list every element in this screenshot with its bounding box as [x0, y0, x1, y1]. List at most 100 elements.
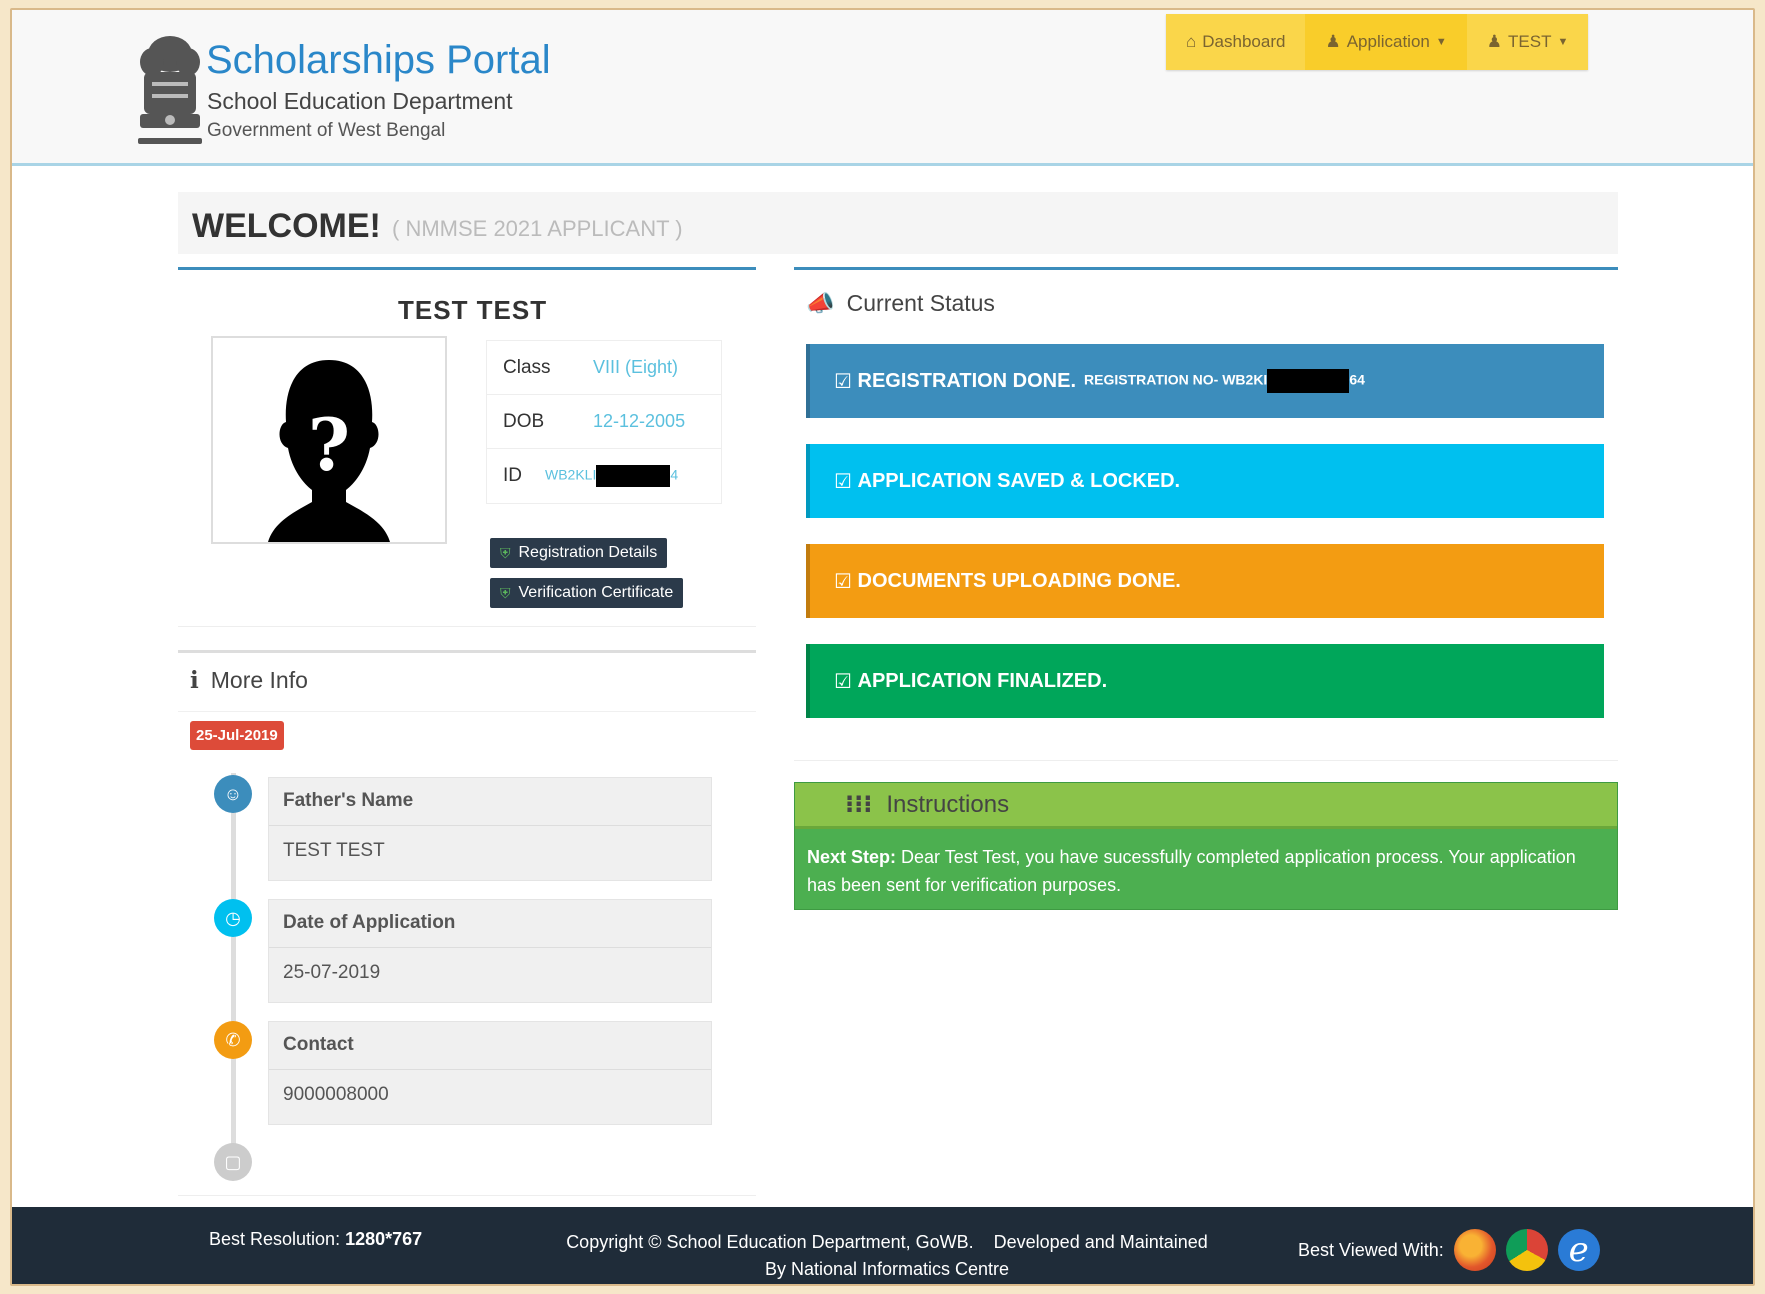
copyright: Copyright © School Education Department,… [532, 1229, 1242, 1283]
more-info-header: i More Info [190, 667, 308, 694]
class-value: VIII (Eight) [593, 357, 679, 377]
firefox-icon [1453, 1229, 1496, 1271]
more-info-box: i More Info 25-Jul-2019 ☺ Father's Name … [178, 650, 756, 1196]
portal-title: Scholarships Portal [206, 38, 551, 82]
date-of-application-label: Date of Application [269, 900, 711, 948]
contact-label: Contact [269, 1022, 711, 1070]
nav-user-dropdown[interactable]: ♟ TEST ▼ [1466, 14, 1589, 70]
next-step-label: Next Step: [807, 847, 897, 867]
class-label: Class [503, 356, 551, 378]
user-icon: ♟ [1325, 32, 1341, 51]
best-viewed-label: Best Viewed With: [1298, 1239, 1444, 1260]
documents-uploaded-text: DOCUMENTS UPLOADING DONE. [857, 569, 1181, 592]
welcome-title: WELCOME! [192, 207, 381, 245]
registration-done-text: REGISTRATION DONE. [857, 369, 1077, 392]
registration-details-button[interactable]: ⛨ Registration Details [490, 538, 668, 568]
father-name-value: TEST TEST [283, 840, 385, 861]
site-header: Scholarships Portal School Education Dep… [12, 10, 1753, 166]
instructions-header: ⁝⁝⁝ Instructions [795, 783, 1617, 829]
nav-user-label: TEST [1508, 32, 1552, 51]
timeline-item-contact: Contact 9000008000 [268, 1021, 712, 1125]
dob-value: 12-12-2005 [593, 411, 686, 431]
nav-dashboard-label: Dashboard [1202, 32, 1286, 51]
chrome-icon [1505, 1229, 1548, 1271]
current-status-box: 📣 Current Status ☑ REGISTRATION DONE. RE… [794, 267, 1618, 761]
best-resolution: Best Resolution: 1280*767 [209, 1229, 422, 1250]
alert-application-finalized: ☑ APPLICATION FINALIZED. [806, 644, 1604, 718]
best-resolution-label: Best Resolution: [209, 1229, 341, 1249]
bullhorn-icon: 📣 [806, 290, 835, 316]
nav-application-dropdown[interactable]: ♟ Application ▼ [1305, 14, 1466, 70]
copyright-line-1: Copyright © School Education Department,… [566, 1232, 1208, 1252]
caret-down-icon: ▼ [1435, 36, 1447, 48]
top-navbar: ⌂ Dashboard ♟ Application ▼ ♟ TEST ▼ [1166, 14, 1589, 70]
id-value: WB2KLI 4 [545, 465, 678, 487]
id-label: ID [503, 465, 522, 486]
contact-value: 9000008000 [283, 1084, 389, 1105]
phone-icon: ✆ [214, 1021, 252, 1059]
info-row-id: ID WB2KLI 4 [487, 449, 721, 503]
registration-no-prefix: REGISTRATION NO- WB2KI [1084, 371, 1268, 388]
page-frame: Scholarships Portal School Education Dep… [10, 8, 1755, 1286]
svg-text:?: ? [308, 402, 350, 487]
department-name: School Education Department [207, 88, 513, 114]
info-row-class: Class VIII (Eight) [487, 341, 721, 395]
copyright-line-2: By National Informatics Centre [764, 1259, 1010, 1279]
state-emblem-icon [138, 36, 202, 144]
redaction-block [1267, 369, 1350, 393]
welcome-bar: WELCOME! ( NMMSE 2021 APPLICANT ) [178, 192, 1618, 254]
verification-certificate-button[interactable]: ⛨ Verification Certificate [490, 578, 684, 608]
check-square-icon: ☑ [834, 670, 858, 693]
check-square-icon: ☑ [834, 470, 858, 493]
current-status-title: Current Status [846, 290, 995, 316]
registration-details-label: Registration Details [518, 544, 658, 561]
divider [178, 711, 756, 712]
id-value-suffix: 4 [670, 466, 679, 483]
father-name-label: Father's Name [269, 778, 711, 826]
alert-registration-done: ☑ REGISTRATION DONE. REGISTRATION NO- WB… [806, 344, 1604, 418]
more-info-title: More Info [210, 667, 308, 693]
timeline-line [231, 773, 236, 1163]
alert-documents-uploaded: ☑ DOCUMENTS UPLOADING DONE. [806, 544, 1604, 618]
best-resolution-value: 1280*767 [345, 1229, 423, 1249]
nav-application-label: Application [1346, 32, 1430, 51]
applicant-name: TEST TEST [398, 295, 548, 325]
best-viewed-with: Best Viewed With: e [1298, 1229, 1600, 1271]
instructions-body: Next Step: Dear Test Test, you have suce… [795, 829, 1617, 913]
current-status-header: 📣 Current Status [806, 290, 995, 317]
id-value-prefix: WB2KLI [545, 466, 597, 483]
nav-dashboard[interactable]: ⌂ Dashboard [1166, 14, 1306, 70]
site-footer: Best Resolution: 1280*767 Copyright © Sc… [12, 1207, 1753, 1284]
registration-no-suffix: 64 [1349, 371, 1365, 388]
instructions-title: Instructions [886, 790, 1010, 818]
home-icon: ⌂ [1186, 32, 1197, 51]
internet-explorer-icon: e [1557, 1229, 1600, 1271]
application-finalized-text: APPLICATION FINALIZED. [857, 669, 1108, 692]
check-square-icon: ☑ [834, 570, 858, 593]
unknown-person-icon: ? [268, 360, 390, 542]
shield-icon: ⛨ [500, 544, 511, 561]
registration-no-text: REGISTRATION NO- WB2KI 64 [1084, 369, 1365, 393]
applicant-info-table: Class VIII (Eight) DOB 12-12-2005 ID WB2… [486, 340, 722, 504]
clock-icon: ◷ [214, 899, 252, 937]
profile-box: TEST TEST ? Class VIII (Eight) DOB 12-12… [178, 267, 756, 627]
check-square-icon: ☑ [834, 370, 858, 393]
verification-certificate-label: Verification Certificate [518, 584, 674, 601]
next-step-text: Dear Test Test, you have sucessfully com… [807, 847, 1576, 895]
user-circle-icon: ☺ [214, 775, 252, 813]
shield-icon: ⛨ [500, 584, 511, 601]
profile-photo: ? [211, 336, 447, 544]
instructions-box: ⁝⁝⁝ Instructions Next Step: Dear Test Te… [794, 782, 1618, 910]
alert-application-locked: ☑ APPLICATION SAVED & LOCKED. [806, 444, 1604, 518]
welcome-subtitle: ( NMMSE 2021 APPLICANT ) [392, 216, 683, 241]
dob-label: DOB [503, 410, 545, 432]
user-icon: ♟ [1486, 32, 1503, 51]
application-locked-text: APPLICATION SAVED & LOCKED. [857, 469, 1181, 492]
redaction-block [596, 465, 671, 487]
info-row-dob: DOB 12-12-2005 [487, 395, 721, 449]
date-of-application-value: 25-07-2019 [283, 962, 381, 983]
caret-down-icon: ▼ [1557, 36, 1569, 48]
government-name: Government of West Bengal [207, 120, 446, 141]
timeline-end-icon: ▢ [214, 1143, 252, 1181]
info-icon: i [190, 667, 199, 694]
